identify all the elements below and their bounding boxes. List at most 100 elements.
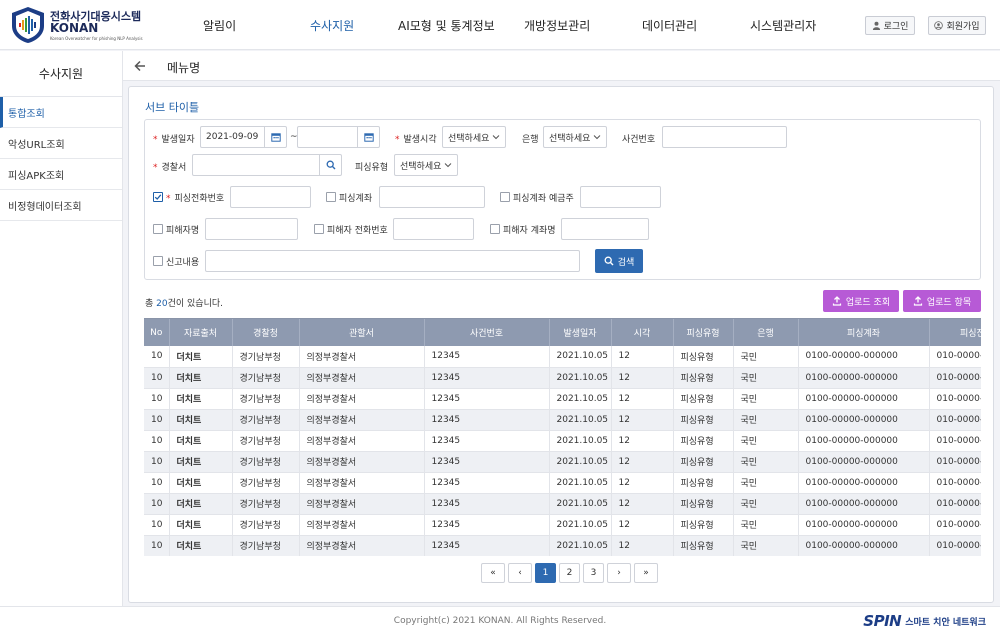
- table-cell: 국민: [733, 451, 799, 473]
- occur-date-from-input[interactable]: 2021-09-09: [200, 126, 287, 148]
- report-content-input[interactable]: [205, 250, 580, 272]
- nav-investigation[interactable]: 수사지원: [310, 17, 354, 34]
- table-cell: 피싱유형: [673, 535, 734, 556]
- page-1-button[interactable]: 1: [535, 563, 556, 583]
- table-cell: 국민: [733, 493, 799, 515]
- nav-alert[interactable]: 알림이: [203, 17, 236, 34]
- column-header: 시각: [611, 319, 674, 346]
- table-cell: 10: [144, 493, 170, 515]
- sidebar-title: 수사지원: [0, 51, 122, 97]
- table-cell: 더치트: [169, 367, 233, 389]
- occur-date-to-input[interactable]: [297, 126, 380, 148]
- table-cell: 10: [144, 451, 170, 473]
- page-2-button[interactable]: 2: [559, 563, 580, 583]
- column-header: 은행: [733, 319, 799, 346]
- column-header: 사건번호: [424, 319, 550, 346]
- victim-phone-checkbox[interactable]: [314, 224, 324, 234]
- back-arrow-icon[interactable]: [133, 59, 147, 73]
- table-cell: 12345: [424, 388, 550, 410]
- police-search-button[interactable]: [319, 155, 341, 175]
- last-page-button[interactable]: »: [634, 563, 658, 583]
- account-holder-checkbox[interactable]: [500, 192, 510, 202]
- table-cell: 국민: [733, 367, 799, 389]
- table-row[interactable]: 10 더치트 경기남부청 의정부경찰서 12345 2021.10.05 12 피싱유형 국민 0…: [144, 346, 981, 368]
- phishing-phone-checkbox[interactable]: [153, 192, 163, 202]
- victim-name-checkbox[interactable]: [153, 224, 163, 234]
- phishing-account-input[interactable]: [379, 186, 485, 208]
- table-cell: 국민: [733, 472, 799, 494]
- case-no-label: 사건번호: [622, 135, 656, 145]
- upload-icon: [832, 296, 841, 306]
- phishing-type-select[interactable]: 선택하세요: [394, 154, 458, 176]
- police-label: * 경찰서: [153, 163, 187, 173]
- calendar-to-button[interactable]: [357, 127, 379, 147]
- account-holder-input[interactable]: [580, 186, 661, 208]
- table-cell: 2021.10.05: [549, 472, 612, 494]
- table-cell: 의정부경찰서: [299, 388, 425, 410]
- phishing-phone-input[interactable]: [230, 186, 311, 208]
- phishing-phone-label: * 피싱전화번호: [166, 194, 225, 204]
- prev-page-button[interactable]: ‹: [508, 563, 532, 583]
- column-header: 경찰청: [232, 319, 300, 346]
- table-row[interactable]: 10 더치트 경기남부청 의정부경찰서 12345 2021.10.05 12 피싱유형 국민 0…: [144, 367, 981, 389]
- table-row[interactable]: 10 더치트 경기남부청 의정부경찰서 12345 2021.10.05 12 피싱유형 국민 0…: [144, 388, 981, 410]
- bank-select[interactable]: 선택하세요: [543, 126, 607, 148]
- login-button[interactable]: 로그인: [865, 16, 915, 35]
- sidebar-item-malicious-url[interactable]: 악성URL조회: [0, 128, 122, 159]
- victim-name-input[interactable]: [205, 218, 298, 240]
- first-page-button[interactable]: «: [481, 563, 505, 583]
- column-header: 관할서: [299, 319, 425, 346]
- sidebar-item-unstructured-data[interactable]: 비정형데이터조회: [0, 190, 122, 221]
- next-page-button[interactable]: ›: [607, 563, 631, 583]
- table-cell: 2021.10.05: [549, 430, 612, 452]
- sidebar-item-integrated-search[interactable]: 통합조회: [0, 97, 122, 128]
- table-cell: 국민: [733, 346, 799, 368]
- report-content-label: 신고내용: [166, 258, 200, 268]
- police-input[interactable]: [192, 154, 342, 176]
- table-cell: 경기남부청: [232, 493, 300, 515]
- upload-items-button[interactable]: 업로드 항목: [903, 290, 981, 312]
- table-row[interactable]: 10 더치트 경기남부청 의정부경찰서 12345 2021.10.05 12 피싱유형 국민 0…: [144, 472, 981, 494]
- table-cell: 12: [611, 472, 674, 494]
- victim-phone-input[interactable]: [393, 218, 474, 240]
- table-cell: 12345: [424, 346, 550, 368]
- table-cell: 010-0000-0000: [929, 430, 981, 452]
- table-cell: 12345: [424, 514, 550, 536]
- calendar-icon: [270, 133, 281, 142]
- sidebar-item-phishing-apk[interactable]: 피싱APK조회: [0, 159, 122, 190]
- table-cell: 피싱유형: [673, 409, 734, 431]
- phishing-account-checkbox[interactable]: [326, 192, 336, 202]
- calendar-from-button[interactable]: [264, 127, 286, 147]
- table-cell: 12345: [424, 430, 550, 452]
- upload-lookup-button[interactable]: 업로드 조회: [823, 290, 899, 312]
- table-cell: 경기남부청: [232, 514, 300, 536]
- table-row[interactable]: 10 더치트 경기남부청 의정부경찰서 12345 2021.10.05 12 피싱유형 국민 0…: [144, 409, 981, 431]
- table-cell: 더치트: [169, 346, 233, 368]
- search-button-label: 검색: [617, 257, 635, 268]
- table-cell: 의정부경찰서: [299, 535, 425, 556]
- nav-ai-stats[interactable]: AI모형 및 통계정보: [398, 17, 495, 34]
- logo-name: KONAN: [50, 21, 99, 35]
- nav-open-info[interactable]: 개방정보관리: [524, 17, 590, 34]
- nav-data-manage[interactable]: 데이터관리: [642, 17, 697, 34]
- table-row[interactable]: 10 더치트 경기남부청 의정부경찰서 12345 2021.10.05 12 피싱유형 국민 0…: [144, 535, 981, 556]
- search-button[interactable]: 검색: [595, 249, 643, 273]
- table-row[interactable]: 10 더치트 경기남부청 의정부경찰서 12345 2021.10.05 12 피싱유형 국민 0…: [144, 430, 981, 452]
- occur-time-select[interactable]: 선택하세요: [442, 126, 506, 148]
- report-content-checkbox[interactable]: [153, 256, 163, 266]
- konan-logo[interactable]: 전화사기대응시스템 KONAN Korean Overwatcher for p…: [10, 6, 143, 46]
- table-row[interactable]: 10 더치트 경기남부청 의정부경찰서 12345 2021.10.05 12 피싱유형 국민 0…: [144, 493, 981, 515]
- page-3-button[interactable]: 3: [583, 563, 604, 583]
- result-table-container[interactable]: No자료출처경찰청관할서사건번호발생일자시각피싱유형은행피싱계좌피싱전화 10더…: [144, 318, 981, 556]
- nav-system-admin[interactable]: 시스템관리자: [750, 17, 816, 34]
- victim-account-input[interactable]: [561, 218, 649, 240]
- signup-label: 회원가입: [946, 22, 980, 32]
- table-row[interactable]: 10 더치트 경기남부청 의정부경찰서 12345 2021.10.05 12 피싱유형 국민 0…: [144, 514, 981, 536]
- victim-account-checkbox[interactable]: [490, 224, 500, 234]
- table-cell: 12345: [424, 409, 550, 431]
- table-row[interactable]: 10 더치트 경기남부청 의정부경찰서 12345 2021.10.05 12 피싱유형 국민 0…: [144, 451, 981, 473]
- calendar-icon: [363, 133, 374, 142]
- signup-button[interactable]: 회원가입: [928, 16, 986, 35]
- case-no-input[interactable]: [662, 126, 787, 148]
- table-cell: 0100-00000-000000: [798, 346, 930, 368]
